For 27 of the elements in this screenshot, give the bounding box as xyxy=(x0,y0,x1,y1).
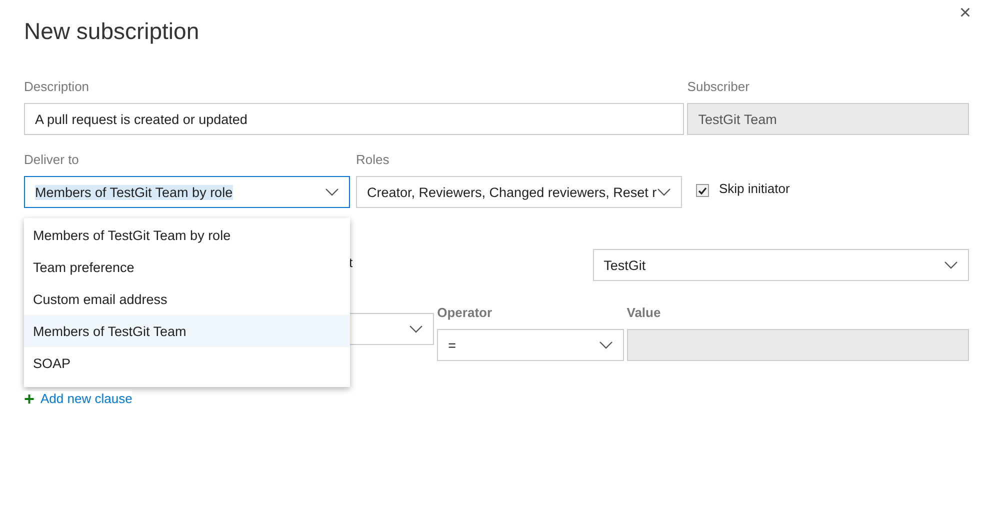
close-button[interactable]: × xyxy=(955,2,975,25)
chevron-down-icon xyxy=(598,341,613,349)
field-label: Deliver to xyxy=(24,152,80,168)
chevron-down-icon xyxy=(657,188,671,196)
field-label: Subscriber xyxy=(687,79,750,95)
menu-item[interactable]: Members of TestGit Team xyxy=(24,315,350,347)
field-label: Description xyxy=(24,79,90,95)
skip-initiator-checkbox[interactable] xyxy=(696,184,709,197)
description-field[interactable]: A pull request is created or updated xyxy=(24,103,684,135)
menu-item[interactable]: Members of TestGit Team by role xyxy=(24,219,350,251)
chevron-down-icon xyxy=(944,261,958,269)
chevron-down-icon xyxy=(325,188,339,196)
field-label: Value xyxy=(626,305,662,321)
roles-select[interactable]: Creator, Reviewers, Changed reviewers, Reset r xyxy=(356,176,682,208)
field-label: Roles xyxy=(356,152,390,168)
menu-item[interactable]: Custom email address xyxy=(24,283,350,315)
deliver-to-select[interactable]: Members of TestGit Team by role xyxy=(24,176,350,208)
chevron-down-icon xyxy=(409,325,424,333)
menu-item[interactable]: SOAP xyxy=(24,347,350,379)
field-label: Operator xyxy=(437,305,494,321)
add-clause-link[interactable]: + Add new clause xyxy=(24,391,132,406)
checkbox-label: Skip initiator xyxy=(719,181,790,197)
menu-item[interactable]: Team preference xyxy=(24,251,350,283)
repository-select[interactable]: TestGit xyxy=(592,249,969,281)
value-field[interactable] xyxy=(626,329,969,361)
dialog-title: New subscription xyxy=(24,18,200,45)
operator-select[interactable]: = xyxy=(437,329,624,361)
